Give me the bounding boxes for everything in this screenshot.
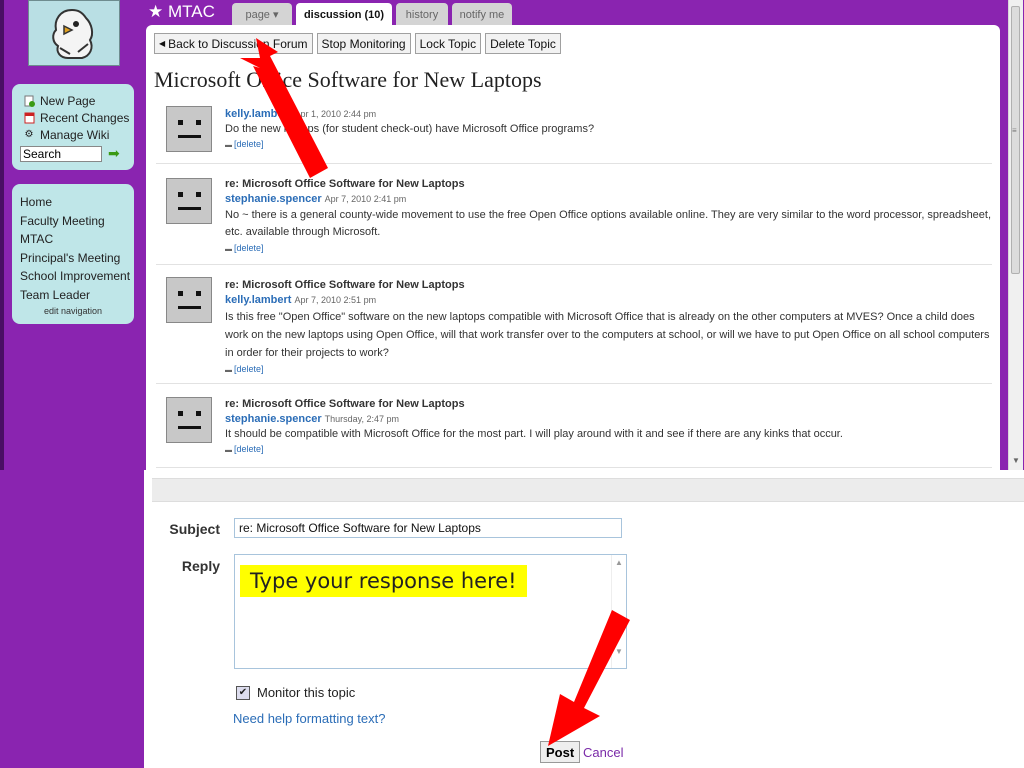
post-text: Do the new laptops (for student check-ou… (225, 123, 595, 135)
gear-icon: ⚙ (24, 129, 34, 140)
delete-label: [delete] (234, 243, 264, 253)
new-page-icon (22, 95, 36, 107)
scroll-up-arrow-icon: ▲ (615, 558, 623, 567)
delete-label: [delete] (234, 444, 264, 454)
nav-item-principals-meeting[interactable]: Principal's Meeting (12, 249, 134, 268)
post-subject: re: Microsoft Office Software for New La… (225, 398, 465, 410)
manage-wiki-link[interactable]: ⚙ Manage Wiki (12, 126, 134, 143)
delete-post-link[interactable]: ▬ [delete] (225, 442, 995, 458)
trash-icon: ▬ (225, 246, 232, 253)
tab-page-label: page (245, 8, 270, 21)
avatar (166, 106, 212, 152)
back-to-forum-label: Back to Discussion Forum (168, 36, 308, 51)
monitor-topic-row[interactable]: ✔ Monitor this topic (236, 685, 355, 700)
manage-wiki-label: Manage Wiki (40, 127, 110, 142)
reply-textarea[interactable]: Type your response here! ▲ ▼ (234, 554, 627, 669)
scroll-down-arrow-icon: ▼ (615, 647, 623, 656)
wiki-title-text: MTAC (167, 2, 215, 21)
navigation-box: Home Faculty Meeting MTAC Principal's Me… (12, 184, 134, 324)
type-response-hint: Type your response here! (240, 565, 527, 597)
tab-page[interactable]: page ▾ (232, 3, 292, 26)
eagle-mascot-icon (52, 8, 94, 59)
tab-history[interactable]: history (396, 3, 448, 26)
reply-label: Reply (181, 558, 220, 574)
trash-icon: ▬ (225, 142, 232, 149)
post-item: re: Microsoft Office Software for New La… (156, 264, 992, 384)
school-logo[interactable] (28, 0, 120, 66)
cancel-link[interactable]: Cancel (583, 745, 623, 760)
new-page-label: New Page (40, 93, 96, 108)
edit-navigation-link[interactable]: edit navigation (12, 306, 134, 316)
delete-post-link[interactable]: ▬ [delete] (225, 362, 995, 378)
tab-discussion[interactable]: discussion (10) (296, 3, 392, 27)
post-text: It should be compatible with Microsoft O… (225, 428, 843, 440)
stop-monitoring-button[interactable]: Stop Monitoring (316, 33, 411, 54)
search-input[interactable] (20, 145, 102, 162)
post-subject: re: Microsoft Office Software for New La… (225, 279, 465, 291)
formatting-help-link[interactable]: Need help formatting text? (233, 711, 385, 726)
post-timestamp: Thursday, 2:47 pm (324, 414, 400, 424)
discussion-toolbar: ◀ Back to Discussion Forum Stop Monitorin… (154, 33, 561, 54)
nav-item-mtac[interactable]: MTAC (12, 230, 134, 249)
monitor-topic-checkbox[interactable]: ✔ (236, 685, 250, 700)
reply-textarea-scrollbar[interactable]: ▲ ▼ (611, 555, 626, 668)
new-page-link[interactable]: New Page (12, 92, 134, 109)
reply-form: Subject Reply Type your response here! ▲… (144, 470, 1024, 768)
post-author[interactable]: stephanie.spencer (225, 413, 322, 425)
calendar-icon (22, 112, 36, 124)
post-author[interactable]: stephanie.spencer (225, 193, 322, 205)
scroll-down-arrow-icon[interactable]: ▼ (1012, 456, 1020, 465)
wiki-tools-box: New Page Recent Changes ⚙ Manage Wiki ➡ (12, 84, 134, 170)
scrollbar-thumb[interactable] (1011, 6, 1020, 274)
avatar (166, 397, 212, 443)
post-timestamp: Apr 1, 2010 2:44 pm (294, 109, 377, 119)
recent-changes-label: Recent Changes (40, 110, 130, 125)
recent-changes-link[interactable]: Recent Changes (12, 109, 134, 126)
post-author[interactable]: kelly.lambert (225, 294, 291, 306)
avatar (166, 178, 212, 224)
trash-icon: ▬ (225, 367, 232, 374)
lock-topic-button[interactable]: Lock Topic (414, 33, 482, 54)
trash-icon: ▬ (225, 447, 232, 454)
post-item: re: Microsoft Office Software for New La… (156, 383, 992, 468)
triangle-left-icon: ◀ (159, 39, 166, 48)
post-button[interactable]: Post (540, 741, 581, 763)
star-icon: ★ (148, 2, 164, 21)
delete-post-link[interactable]: ▬ [delete] (225, 241, 995, 257)
avatar (166, 277, 212, 323)
post-item: re: Microsoft Office Software for New La… (156, 163, 992, 265)
reply-form-header (152, 478, 1024, 502)
tab-notify-me[interactable]: notify me (452, 3, 512, 26)
post-subject: re: Microsoft Office Software for New La… (225, 178, 465, 190)
monitor-topic-label: Monitor this topic (257, 685, 356, 700)
post-timestamp: Apr 7, 2010 2:41 pm (324, 194, 407, 204)
post-item: kelly.lambert Apr 1, 2010 2:44 pm Do the… (156, 99, 992, 164)
page-title: Microsoft Office Software for New Laptop… (154, 67, 542, 92)
post-timestamp: Apr 7, 2010 2:51 pm (294, 295, 377, 305)
delete-topic-button[interactable]: Delete Topic (485, 33, 561, 54)
post-text: No ~ there is a general county-wide move… (225, 209, 992, 238)
scroll-grip-icon: ≡ (1012, 126, 1017, 135)
page-scrollbar[interactable]: ≡ ▼ (1008, 0, 1023, 470)
search-go-arrow-icon[interactable]: ➡ (108, 145, 120, 162)
wiki-title[interactable]: ★ MTAC (148, 2, 215, 22)
delete-label: [delete] (234, 139, 264, 149)
delete-label: [delete] (234, 364, 264, 374)
delete-post-link[interactable]: ▬ [delete] (225, 137, 995, 153)
subject-input[interactable] (234, 518, 622, 538)
nav-item-team-leader[interactable]: Team Leader (12, 286, 134, 305)
post-text: Is this free "Open Office" software on t… (225, 311, 990, 359)
nav-item-faculty-meeting[interactable]: Faculty Meeting (12, 212, 134, 231)
discussion-panel: ◀ Back to Discussion Forum Stop Monitorin… (146, 25, 1000, 470)
chevron-down-icon: ▾ (273, 9, 279, 21)
subject-label: Subject (169, 521, 220, 537)
nav-item-home[interactable]: Home (12, 193, 134, 212)
back-to-forum-button[interactable]: ◀ Back to Discussion Forum (154, 33, 313, 54)
left-frame-edge (0, 0, 4, 470)
post-author[interactable]: kelly.lambert (225, 108, 291, 120)
nav-item-school-improvement[interactable]: School Improvement (12, 267, 134, 286)
